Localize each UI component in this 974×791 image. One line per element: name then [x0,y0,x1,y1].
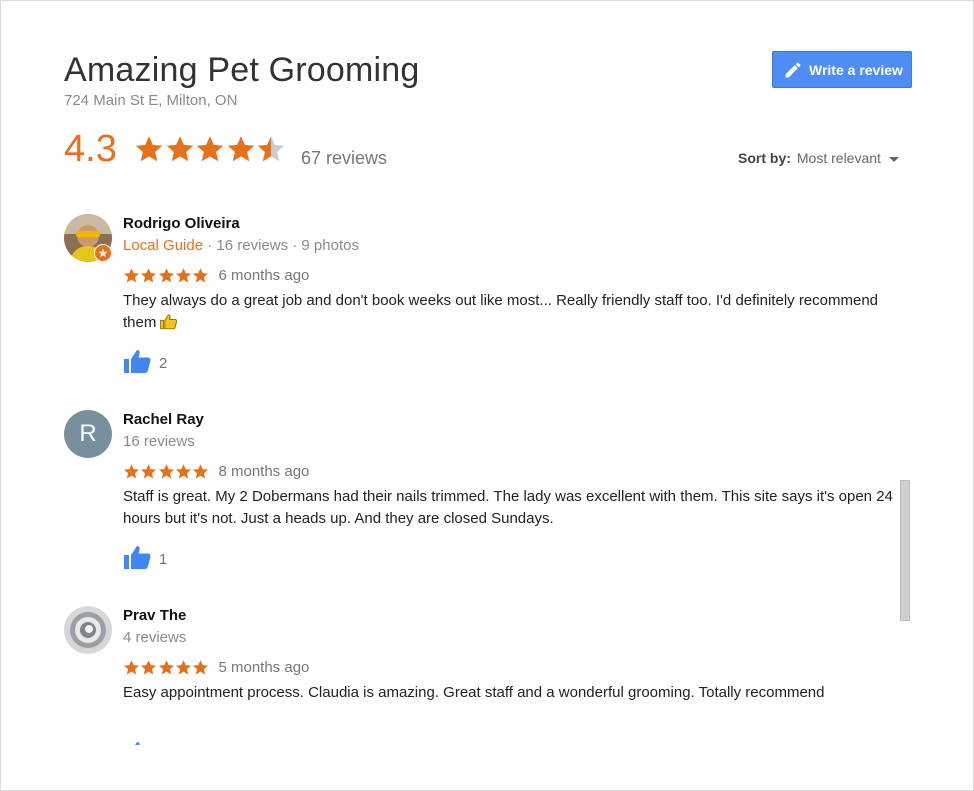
avatar[interactable] [64,606,112,654]
sort-label: Sort by: [738,150,791,166]
star-icon [134,134,164,164]
star-icon [192,267,209,284]
star-icon [158,659,175,676]
star-icon [140,463,157,480]
like-count: 1 [159,551,168,568]
thumbs-up-emoji-icon [160,313,177,330]
review-text: Easy appointment process. Claudia is ama… [123,684,825,701]
star-icon [175,463,192,480]
business-address: 724 Main St E, Milton, ON [64,92,238,109]
review-text: They always do a great job and don't boo… [123,290,893,334]
review-count[interactable]: 67 reviews [301,148,387,169]
like-button[interactable]: 2 [123,348,167,374]
star-icon [123,267,140,284]
review-date: 6 months ago [218,267,310,284]
scrollbar-thumb[interactable] [900,480,910,621]
reviewer-meta: 4 reviews [123,629,187,646]
review-rating: 6 months ago [123,267,309,284]
sort-dropdown[interactable]: Sort by: Most relevant [738,150,899,166]
reviewer-name[interactable]: Prav The [123,607,186,624]
review-date: 5 months ago [218,659,310,676]
write-review-button[interactable]: Write a review [772,51,912,88]
star-icon [226,134,256,164]
star-icon [158,463,175,480]
star-icon [140,267,157,284]
star-icon [175,659,192,676]
reviewer-meta: Local Guide · 16 reviews · 9 photos [123,237,359,254]
review-rating: 8 months ago [123,463,309,480]
star-icon [165,134,195,164]
avatar[interactable]: R [64,410,112,458]
reviewer-stats: · 16 reviews · 9 photos [203,237,359,254]
reviewer-name[interactable]: Rachel Ray [123,411,204,428]
thumbs-up-icon [123,348,151,374]
average-rating: 4.3 [64,128,117,170]
average-stars [134,134,287,164]
sort-value: Most relevant [796,150,881,166]
caret-down-icon [888,156,899,162]
review-rating: 5 months ago [123,659,309,676]
business-title: Amazing Pet Grooming [64,51,420,89]
review-text: Staff is great. My 2 Dobermans had their… [123,488,893,527]
half-star-icon [256,134,286,164]
star-icon [123,463,140,480]
pencil-icon [785,61,801,77]
thumbs-up-icon [123,740,151,745]
reviewer-meta: 16 reviews [123,433,195,450]
write-review-label: Write a review [809,61,903,78]
star-icon [192,659,209,676]
like-count: 2 [159,355,168,372]
review-date: 8 months ago [218,463,310,480]
star-icon [195,134,225,164]
star-icon [175,267,192,284]
review-text-body: They always do a great job and don't boo… [123,292,879,331]
star-icon [140,659,157,676]
reviewer-name[interactable]: Rodrigo Oliveira [123,215,240,232]
local-guide-badge-icon [94,244,112,262]
star-icon [192,463,209,480]
like-button[interactable]: 1 [123,544,167,570]
thumbs-up-icon [123,544,151,570]
like-button-partial[interactable] [123,740,151,745]
star-icon [123,659,140,676]
avatar-letter: R [79,420,97,447]
star-icon [158,267,175,284]
local-guide-label: Local Guide [123,237,204,254]
